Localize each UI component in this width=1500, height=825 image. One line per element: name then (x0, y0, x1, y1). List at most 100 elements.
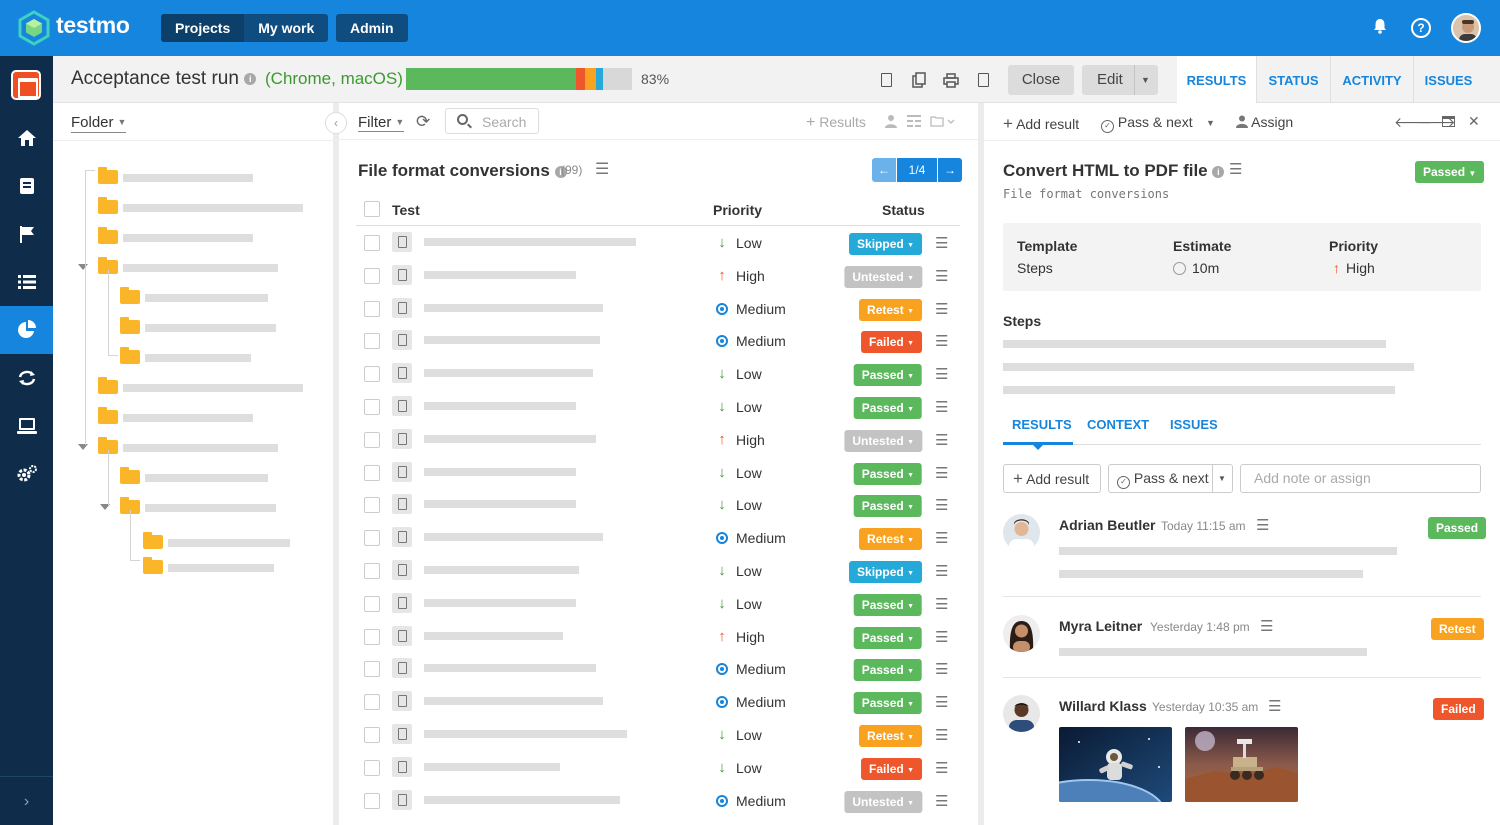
test-status-badge[interactable]: Passed ▼ (1415, 161, 1485, 183)
table-row[interactable]: ↓ Low Passed ▼ ☰ (339, 489, 978, 522)
row-menu-icon[interactable]: ☰ (935, 660, 948, 678)
row-checkbox[interactable] (364, 300, 380, 317)
table-row[interactable]: ↓ Low Passed ▼ ☰ (339, 358, 978, 391)
tab-activity[interactable]: ACTIVITY (1330, 56, 1413, 103)
row-checkbox[interactable] (364, 530, 380, 547)
col-status[interactable]: Status (882, 202, 925, 218)
result-menu-icon[interactable]: ☰ (1256, 516, 1269, 534)
row-checkbox[interactable] (364, 464, 380, 481)
user-icon[interactable] (884, 114, 898, 131)
table-row[interactable]: ↓ Low Passed ▼ ☰ (339, 588, 978, 621)
add-results-button[interactable]: + Results (806, 114, 866, 132)
row-menu-icon[interactable]: ☰ (935, 628, 948, 646)
subtab-issues[interactable]: ISSUES (1170, 417, 1218, 432)
status-dropdown[interactable]: Passed ▼ (853, 626, 922, 649)
row-menu-icon[interactable]: ☰ (935, 332, 948, 350)
chevron-down-icon[interactable]: ▼ (1218, 465, 1226, 492)
nav-admin[interactable]: Admin (336, 14, 408, 42)
group-menu-icon[interactable]: ☰ (595, 159, 609, 179)
row-menu-icon[interactable]: ☰ (935, 792, 948, 810)
refresh-icon[interactable]: ⟳ (416, 112, 430, 132)
row-checkbox[interactable] (364, 431, 380, 448)
folder-view-icon[interactable] (930, 114, 956, 130)
user-avatar[interactable] (1451, 13, 1481, 43)
page-select[interactable]: 1/4 ▾ (897, 158, 937, 182)
add-result-action-button[interactable]: + Add result (1003, 464, 1101, 493)
tab-issues[interactable]: ISSUES (1413, 56, 1483, 103)
tree-toggle-icon[interactable] (78, 444, 88, 450)
monitor-icon[interactable] (0, 402, 53, 450)
table-row[interactable]: ↓ Low Skipped ▼ ☰ (339, 555, 978, 588)
tab-results[interactable]: RESULTS (1177, 56, 1256, 103)
table-row[interactable]: ↓ Low Retest ▼ ☰ (339, 719, 978, 752)
table-row[interactable]: Medium Failed ▼ ☰ (339, 325, 978, 358)
result-menu-icon[interactable]: ☰ (1268, 697, 1281, 715)
table-row[interactable]: ↑ High Untested ▼ ☰ (339, 424, 978, 457)
filter-dropdown[interactable]: Filter ▼ (358, 114, 405, 132)
table-row[interactable]: ↓ Low Passed ▼ ☰ (339, 457, 978, 490)
row-menu-icon[interactable]: ☰ (935, 693, 948, 711)
attachment-image-astronaut[interactable] (1059, 727, 1172, 802)
collapse-tree-icon[interactable]: ‹ (325, 112, 347, 134)
close-icon[interactable]: ✕ (1468, 113, 1480, 130)
row-checkbox[interactable] (364, 727, 380, 743)
status-dropdown[interactable]: Passed ▼ (853, 659, 922, 682)
table-row[interactable]: ↓ Low Passed ▼ ☰ (339, 391, 978, 424)
table-row[interactable]: ↓ Low Skipped ▼ ☰ (339, 227, 978, 260)
table-row[interactable]: Medium Retest ▼ ☰ (339, 293, 978, 326)
nav-my-work[interactable]: My work (244, 14, 328, 42)
row-checkbox[interactable] (364, 267, 380, 284)
tree-toggle-icon[interactable] (78, 264, 88, 270)
status-dropdown[interactable]: Retest ▼ (859, 298, 922, 321)
add-result-button[interactable]: + Add result (1003, 114, 1079, 134)
row-checkbox[interactable] (364, 366, 380, 383)
status-dropdown[interactable]: Untested ▼ (844, 790, 922, 813)
row-checkbox[interactable] (364, 595, 380, 612)
row-checkbox[interactable] (364, 497, 380, 514)
status-dropdown[interactable]: Passed ▼ (853, 593, 922, 616)
assign-button[interactable]: Assign (1236, 114, 1293, 130)
help-icon[interactable]: ? (1411, 18, 1431, 38)
tab-status[interactable]: STATUS (1256, 56, 1330, 103)
columns-icon[interactable] (907, 114, 921, 130)
sync-icon[interactable] (0, 354, 53, 402)
maximize-icon[interactable] (1442, 116, 1455, 127)
row-menu-icon[interactable]: ☰ (935, 529, 948, 547)
copy-icon[interactable] (904, 66, 934, 94)
row-menu-icon[interactable]: ☰ (935, 496, 948, 514)
table-row[interactable]: ↓ Low Failed ▼ ☰ (339, 752, 978, 785)
row-checkbox[interactable] (364, 661, 380, 678)
row-menu-icon[interactable]: ☰ (935, 234, 948, 252)
subtab-context[interactable]: CONTEXT (1087, 417, 1149, 432)
pass-next-button[interactable]: ✓ Pass & next (1101, 114, 1193, 133)
row-menu-icon[interactable]: ☰ (935, 464, 948, 482)
status-dropdown[interactable]: Retest ▼ (859, 528, 922, 551)
chevron-down-icon[interactable]: ▼ (1141, 65, 1150, 95)
row-checkbox[interactable] (364, 628, 380, 645)
status-dropdown[interactable]: Retest ▼ (859, 725, 922, 747)
table-row[interactable]: ↑ High Untested ▼ ☰ (339, 260, 978, 293)
expand-sidebar-icon[interactable]: › (0, 776, 53, 825)
book-icon[interactable] (0, 162, 53, 210)
row-menu-icon[interactable]: ☰ (935, 300, 948, 318)
testmo-logo-icon[interactable] (16, 10, 52, 46)
row-checkbox[interactable] (364, 792, 380, 809)
status-dropdown[interactable]: Passed ▼ (853, 692, 922, 715)
attachment-image-rover[interactable] (1185, 727, 1298, 802)
row-checkbox[interactable] (364, 759, 380, 776)
report-icon[interactable] (968, 66, 998, 94)
row-checkbox[interactable] (364, 333, 380, 350)
col-priority[interactable]: Priority (713, 202, 762, 218)
col-test[interactable]: Test (392, 202, 420, 218)
export-doc-icon[interactable] (871, 66, 901, 94)
status-dropdown[interactable]: Passed ▼ (853, 397, 922, 419)
table-row[interactable]: Medium Retest ▼ ☰ (339, 522, 978, 555)
prev-page-button[interactable]: ← (872, 158, 896, 182)
close-run-button[interactable]: Close (1008, 65, 1074, 95)
table-row[interactable]: ↑ High Passed ▼ ☰ (339, 621, 978, 654)
nav-projects[interactable]: Projects (161, 14, 245, 42)
row-checkbox[interactable] (364, 235, 380, 251)
row-menu-icon[interactable]: ☰ (935, 562, 948, 580)
row-checkbox[interactable] (364, 399, 380, 415)
status-dropdown[interactable]: Passed ▼ (853, 495, 922, 518)
